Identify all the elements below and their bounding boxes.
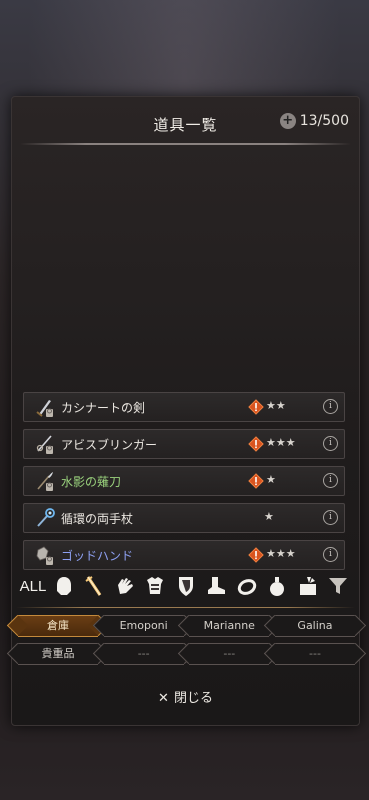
gauntlet-icon — [36, 546, 53, 565]
rarity-stars: ★ — [266, 473, 276, 486]
staff-icon — [37, 508, 55, 527]
list-item[interactable]: アビスブリンガー ★★★ i — [23, 429, 345, 459]
category-divider — [16, 607, 355, 608]
info-icon[interactable]: i — [323, 473, 338, 488]
shield-icon[interactable] — [173, 573, 199, 599]
rapier-icon — [36, 435, 53, 454]
rarity-stars: ★★ — [266, 399, 286, 412]
close-button[interactable]: ✕ 閉じる — [12, 687, 359, 706]
naginata-icon — [37, 472, 53, 491]
info-icon[interactable]: i — [323, 399, 338, 414]
sword-icon — [36, 400, 53, 417]
box-icon[interactable] — [295, 573, 321, 599]
tab-storage[interactable]: 倉庫 — [18, 615, 98, 637]
warning-icon — [248, 436, 264, 452]
list-item[interactable]: ゴッドハンド ★★★ i — [23, 540, 345, 570]
rarity-stars: ★ — [264, 510, 274, 523]
item-name: カシナートの剣 — [61, 401, 146, 415]
tab-empty-slot: --- — [274, 643, 355, 665]
inventory-count-label: 13/500 — [299, 113, 349, 129]
header-divider — [20, 143, 351, 145]
list-item[interactable]: カシナートの剣 ★★ i — [23, 392, 345, 422]
potion-icon[interactable] — [264, 573, 290, 599]
item-name: ゴッドハンド — [61, 549, 134, 563]
info-icon[interactable]: i — [323, 547, 338, 562]
tab-emoponi[interactable]: Emoponi — [103, 615, 184, 637]
head-icon[interactable] — [51, 573, 77, 599]
item-name: アビスブリンガー — [61, 438, 158, 452]
storage-tabs: 倉庫 Emoponi Marianne Galina 貴重品 --- --- -… — [18, 615, 355, 671]
warning-icon — [248, 473, 264, 489]
tab-valuables[interactable]: 貴重品 — [18, 643, 98, 665]
item-name: 循環の両手杖 — [61, 512, 134, 526]
list-item[interactable]: 水影の薙刀 ★ i — [23, 466, 345, 496]
info-icon[interactable]: i — [323, 436, 338, 451]
info-icon[interactable]: i — [323, 510, 338, 525]
item-list-dialog: 道具一覧 + 13/500 カシナートの剣 ★★ i アビスブリンガー ★★★ — [11, 96, 360, 726]
warning-icon — [248, 399, 264, 415]
close-label: 閉じる — [173, 691, 213, 706]
rarity-stars: ★★★ — [266, 436, 296, 449]
hand-icon[interactable] — [112, 573, 138, 599]
category-all-button[interactable]: ALL — [20, 573, 47, 599]
filter-icon[interactable] — [325, 573, 351, 599]
ring-icon[interactable] — [234, 573, 260, 599]
plus-icon[interactable]: + — [279, 113, 296, 129]
tab-empty-slot: --- — [103, 643, 184, 665]
armor-icon[interactable] — [142, 573, 168, 599]
list-item[interactable]: 循環の両手杖 ★ i — [23, 503, 345, 533]
tab-empty-slot: --- — [189, 643, 270, 665]
item-list: カシナートの剣 ★★ i アビスブリンガー ★★★ i 水影の薙刀 ★ i 循環… — [23, 392, 345, 577]
close-icon: ✕ — [158, 691, 169, 706]
warning-icon — [248, 547, 264, 563]
rarity-stars: ★★★ — [266, 547, 296, 560]
weapon-icon[interactable] — [81, 573, 107, 599]
item-name: 水影の薙刀 — [61, 475, 122, 489]
tab-marianne[interactable]: Marianne — [189, 615, 270, 637]
boot-icon[interactable] — [203, 573, 229, 599]
inventory-count: + 13/500 — [279, 113, 349, 129]
tab-galina[interactable]: Galina — [274, 615, 355, 637]
category-filter-bar: ALL — [20, 571, 351, 601]
